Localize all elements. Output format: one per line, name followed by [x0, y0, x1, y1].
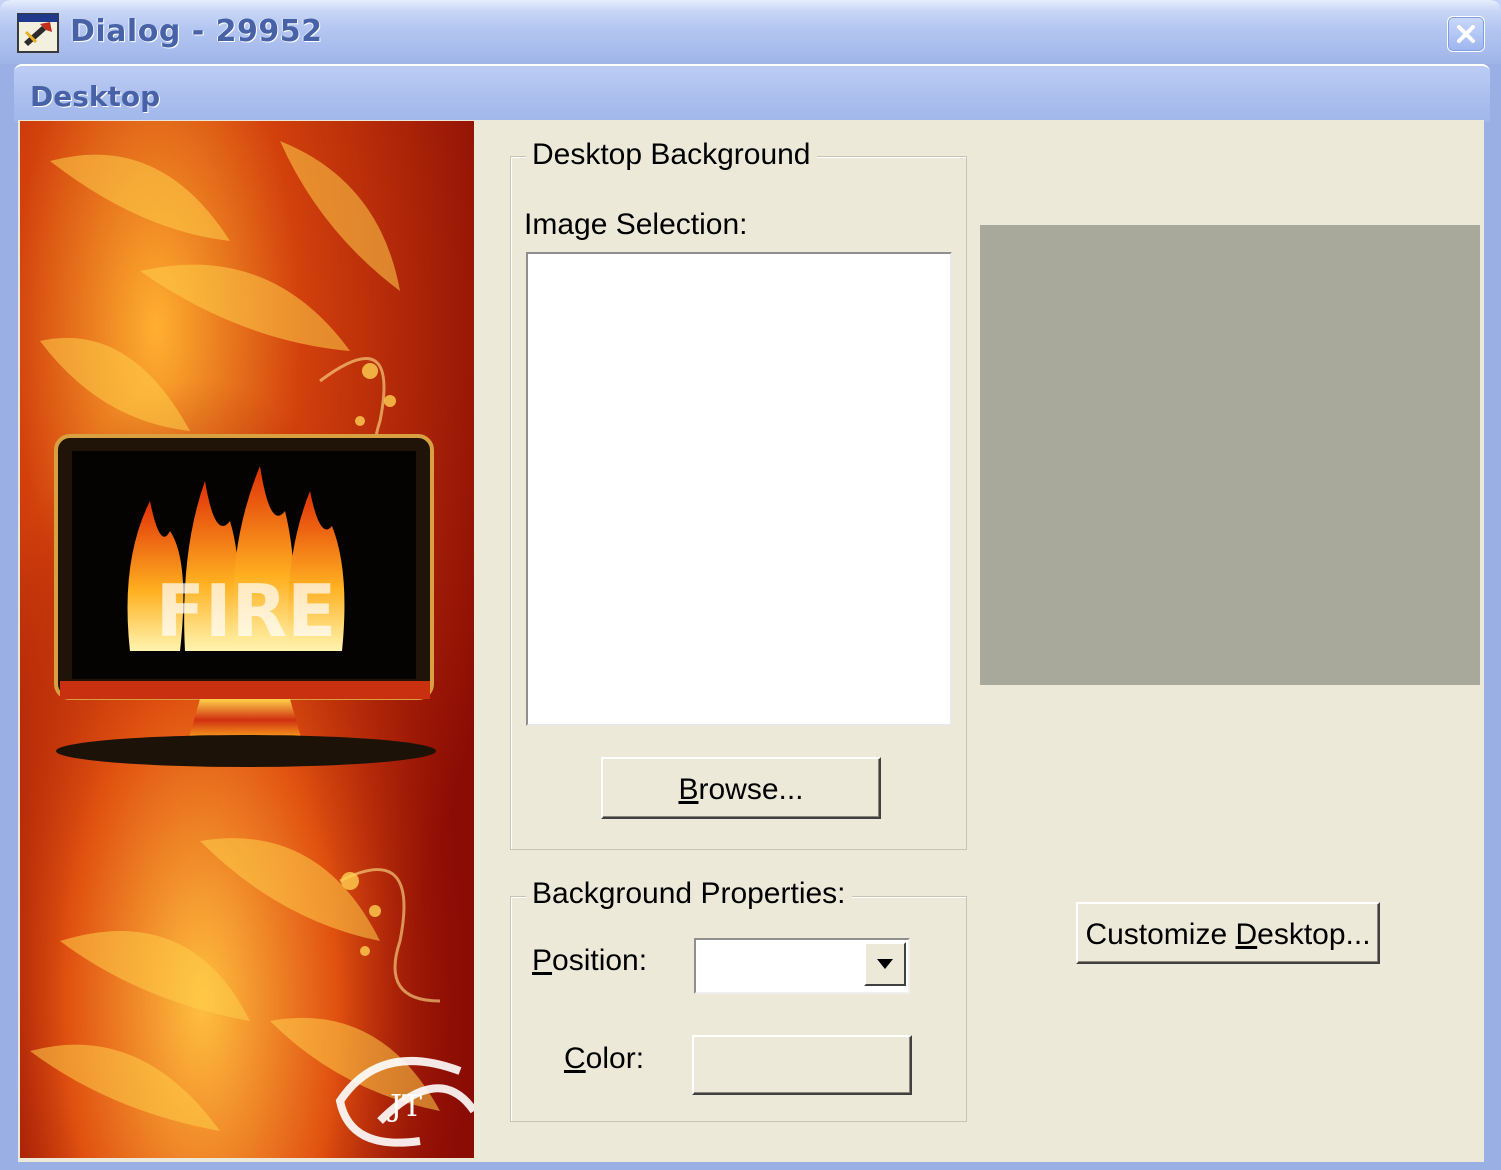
banner-fire-text: FIRE: [156, 569, 337, 653]
browse-button[interactable]: Browse...: [601, 757, 881, 819]
image-selection-label: Image Selection:: [524, 208, 748, 241]
tab-desktop[interactable]: Desktop: [14, 64, 1490, 122]
close-button[interactable]: [1447, 16, 1485, 52]
position-dropdown[interactable]: [694, 938, 910, 994]
position-label: Position:: [532, 944, 648, 977]
chevron-down-icon: [877, 959, 893, 969]
banner-monogram: JT: [387, 1089, 422, 1124]
title-bar[interactable]: Dialog - 29952: [0, 0, 1501, 64]
position-dropdown-button[interactable]: [864, 942, 906, 986]
customize-desktop-button[interactable]: Customize Desktop...: [1076, 902, 1380, 964]
image-selection-list[interactable]: [526, 252, 952, 726]
background-properties-title: Background Properties:: [526, 877, 852, 911]
tab-desktop-label: Desktop: [30, 80, 161, 113]
dialog-window: Dialog - 29952 Desktop FIRE JT Desktop B…: [0, 0, 1501, 1170]
color-picker-button[interactable]: [692, 1035, 912, 1095]
window-title: Dialog - 29952: [70, 14, 323, 49]
fire-banner-image: FIRE JT: [20, 121, 474, 1158]
desktop-background-title: Desktop Background: [526, 138, 817, 172]
color-label: Color:: [564, 1042, 645, 1075]
app-wrench-icon: [16, 12, 60, 54]
desktop-preview: [980, 225, 1480, 685]
close-icon: [1457, 25, 1475, 43]
